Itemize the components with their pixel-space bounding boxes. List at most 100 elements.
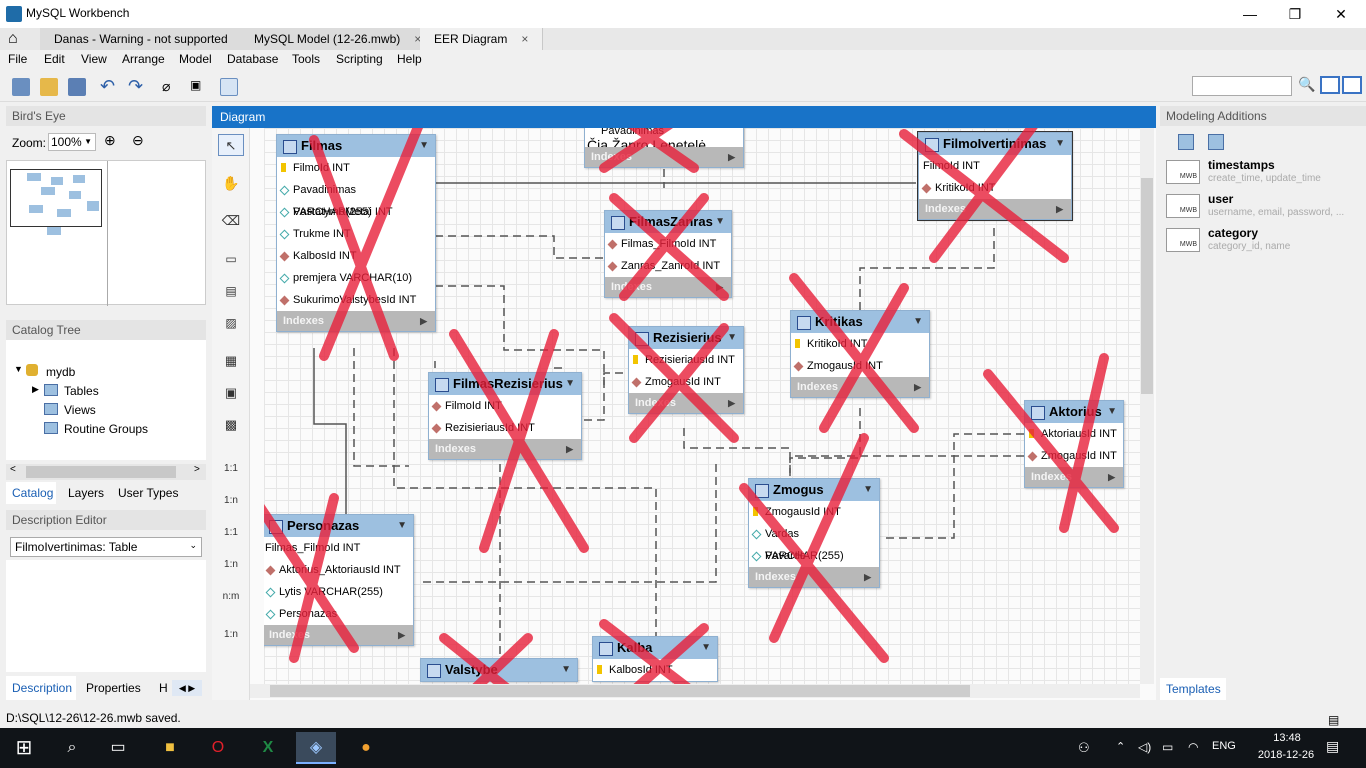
tab-templates[interactable]: Templates: [1160, 678, 1226, 700]
note-tool-icon[interactable]: ▤: [218, 280, 244, 302]
relation-1-1-id-tool[interactable]: 1:1: [218, 522, 244, 544]
chevron-right-icon[interactable]: ▶: [32, 384, 39, 395]
relation-1-n-id-tool[interactable]: 1:n: [218, 554, 244, 576]
tree-views[interactable]: Views: [64, 403, 96, 417]
paint-icon[interactable]: ●: [346, 732, 386, 764]
menu-help[interactable]: Help: [397, 52, 422, 66]
addition-desc: username, email, password, ...: [1208, 207, 1345, 218]
diagram-canvas[interactable]: Filmas FilmoId INT Pavadinimas VARCHAR(2…: [264, 128, 1140, 684]
tab-layers[interactable]: Layers: [68, 486, 104, 500]
addition-user[interactable]: MWB user username, email, password, ...: [1164, 192, 1360, 222]
tab-eer-diagram[interactable]: EER Diagram ×: [420, 28, 544, 50]
table-tool-icon[interactable]: ▦: [218, 350, 244, 372]
notifications-icon[interactable]: ▤: [1326, 738, 1339, 755]
horizontal-scrollbar[interactable]: [250, 684, 1140, 698]
description-textarea[interactable]: [6, 560, 206, 672]
menu-scripting[interactable]: Scripting: [336, 52, 383, 66]
output-icon[interactable]: ▤: [1328, 710, 1339, 730]
mysql-workbench-taskbar-icon[interactable]: ◈: [296, 732, 336, 764]
birds-eye-view[interactable]: [6, 160, 206, 306]
maximize-button[interactable]: ❐: [1285, 4, 1305, 24]
open-icon[interactable]: [40, 78, 58, 96]
addition-category[interactable]: MWB category category_id, name: [1164, 226, 1360, 256]
tab-scroll-arrows-icon[interactable]: ◀ ▶: [172, 680, 202, 696]
chevron-down-icon[interactable]: ▼: [14, 364, 23, 374]
close-icon[interactable]: ×: [521, 32, 528, 46]
menu-arrange[interactable]: Arrange: [122, 52, 165, 66]
align-icon[interactable]: ▣: [190, 78, 201, 92]
tree-db[interactable]: mydb: [46, 365, 75, 379]
tab-history[interactable]: H: [159, 681, 168, 695]
routine-group-tool-icon[interactable]: ▩: [218, 414, 244, 436]
zoom-select[interactable]: 100% ▼: [48, 133, 96, 151]
relation-n-m-tool[interactable]: n:m: [218, 586, 244, 608]
mini-entity: [69, 191, 81, 199]
menu-tools[interactable]: Tools: [292, 52, 320, 66]
relation-1-1-tool[interactable]: 1:1: [218, 458, 244, 480]
mini-entity: [87, 201, 99, 211]
scroll-thumb[interactable]: [1141, 178, 1153, 394]
search-input[interactable]: [1192, 76, 1292, 96]
language-indicator[interactable]: ENG: [1212, 740, 1236, 752]
chevron-up-icon[interactable]: ⌃: [1116, 740, 1125, 753]
tab-danas[interactable]: Danas - Warning - not supported×: [40, 28, 264, 50]
task-view-icon[interactable]: ▭: [98, 732, 138, 764]
menu-view[interactable]: View: [81, 52, 107, 66]
new-diagram-icon[interactable]: [220, 78, 238, 96]
menu-file[interactable]: File: [8, 52, 27, 66]
edit-template-icon[interactable]: [1208, 134, 1224, 150]
scroll-thumb[interactable]: [270, 685, 970, 697]
windows-start-icon[interactable]: ⊞: [4, 732, 44, 764]
close-button[interactable]: ✕: [1331, 4, 1351, 24]
menu-database[interactable]: Database: [227, 52, 278, 66]
eraser-tool-icon[interactable]: ⌫: [218, 210, 244, 232]
opera-icon[interactable]: O: [198, 732, 238, 764]
menu-edit[interactable]: Edit: [44, 52, 65, 66]
image-tool-icon[interactable]: ▨: [218, 312, 244, 334]
clock-time[interactable]: 13:48: [1262, 732, 1312, 744]
add-template-icon[interactable]: [1178, 134, 1194, 150]
toggle-grid-icon[interactable]: ⌀: [162, 78, 170, 95]
new-model-icon[interactable]: [12, 78, 30, 96]
tree-routine-groups[interactable]: Routine Groups: [64, 422, 148, 436]
zoom-in-icon[interactable]: ⊕: [104, 132, 116, 149]
toggle-sidebar-icon[interactable]: [1320, 76, 1340, 94]
horizontal-scrollbar[interactable]: < >: [6, 464, 206, 480]
layer-tool-icon[interactable]: ▭: [218, 248, 244, 270]
volume-icon[interactable]: ◁): [1138, 740, 1151, 754]
tab-user-types[interactable]: User Types: [118, 486, 178, 500]
scroll-left-icon[interactable]: <: [10, 464, 16, 475]
search-icon[interactable]: ⌕: [52, 732, 92, 764]
menu-model[interactable]: Model: [179, 52, 212, 66]
clock-date[interactable]: 2018-12-26: [1250, 749, 1322, 761]
home-icon[interactable]: ⌂: [8, 30, 34, 48]
file-explorer-icon[interactable]: ■: [150, 732, 190, 764]
scroll-thumb[interactable]: [26, 466, 176, 478]
excel-icon[interactable]: X: [248, 732, 288, 764]
wifi-icon[interactable]: ◠: [1188, 740, 1198, 754]
search-icon[interactable]: 🔍: [1298, 76, 1315, 93]
network-icon[interactable]: ▭: [1162, 740, 1173, 754]
vertical-scrollbar[interactable]: [1140, 128, 1154, 684]
tab-mysql-model[interactable]: MySQL Model (12-26.mwb) ×: [240, 28, 437, 50]
hand-tool-icon[interactable]: ✋: [218, 172, 244, 194]
people-icon[interactable]: ⚇: [1078, 740, 1090, 756]
tree-tables[interactable]: Tables: [64, 384, 99, 398]
description-object-select[interactable]: FilmoIvertinimas: Table ⌄: [10, 537, 202, 557]
scroll-right-icon[interactable]: >: [194, 464, 200, 475]
minimize-button[interactable]: —: [1240, 4, 1260, 24]
relation-existing-columns-tool[interactable]: 1:n: [218, 624, 244, 646]
tab-catalog[interactable]: Catalog: [6, 482, 56, 504]
redo-icon[interactable]: ↷: [128, 76, 143, 97]
undo-icon[interactable]: ↶: [100, 76, 115, 97]
save-icon[interactable]: [68, 78, 86, 96]
zoom-out-icon[interactable]: ⊖: [132, 132, 144, 149]
tab-description[interactable]: Description: [6, 676, 76, 700]
view-tool-icon[interactable]: ▣: [218, 382, 244, 404]
windows-taskbar: ⊞ ⌕ ▭ ■ O X ◈ ● ⚇ ⌃ ◁) ▭ ◠ ENG 13:48 201…: [0, 728, 1366, 768]
toggle-secondary-sidebar-icon[interactable]: [1342, 76, 1362, 94]
relation-1-n-tool[interactable]: 1:n: [218, 490, 244, 512]
addition-timestamps[interactable]: MWB timestamps create_time, update_time: [1164, 158, 1360, 188]
tab-properties[interactable]: Properties: [86, 681, 141, 695]
pointer-tool-icon[interactable]: ↖: [218, 134, 244, 156]
